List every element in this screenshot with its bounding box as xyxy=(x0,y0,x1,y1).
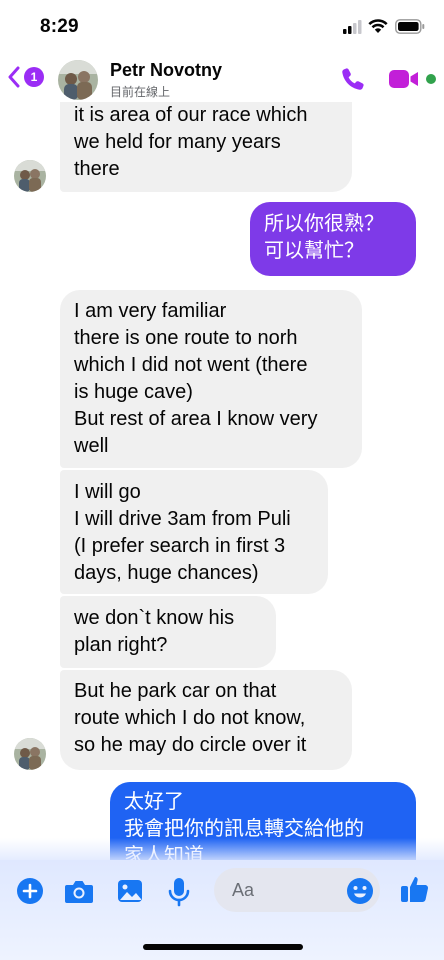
message-bubble-incoming[interactable]: it is area of our race which we held for… xyxy=(60,102,352,192)
composer-fade xyxy=(0,838,444,862)
unread-count-badge: 1 xyxy=(24,67,44,87)
gallery-icon[interactable] xyxy=(116,877,144,905)
cellular-signal-icon xyxy=(343,20,362,34)
avatar-photo xyxy=(14,738,46,770)
message-bubble-incoming[interactable]: I am very familiar there is one route to… xyxy=(60,290,362,468)
avatar-photo xyxy=(58,60,98,100)
contact-name[interactable]: Petr Novotny xyxy=(110,60,222,81)
phone-call-icon[interactable] xyxy=(340,66,366,92)
message-bubble-incoming[interactable]: we don`t know his plan right? xyxy=(60,596,276,668)
emoji-icon[interactable] xyxy=(346,877,374,905)
status-bar: 8:29 xyxy=(0,0,444,56)
camera-icon[interactable] xyxy=(64,877,94,905)
conversation-header: 1 Petr Novotny 目前在線上 xyxy=(0,52,444,102)
microphone-icon[interactable] xyxy=(166,877,192,907)
video-call-icon[interactable] xyxy=(388,68,420,90)
back-button[interactable]: 1 xyxy=(8,62,48,92)
avatar-photo xyxy=(14,160,46,192)
status-time: 8:29 xyxy=(40,16,79,37)
battery-icon xyxy=(395,19,425,34)
message-bubble-incoming[interactable]: But he park car on that route which I do… xyxy=(60,670,352,770)
active-status: 目前在線上 xyxy=(110,85,171,99)
plus-icon[interactable] xyxy=(16,877,44,905)
message-input-placeholder: Aa xyxy=(232,879,255,900)
chevron-left-icon xyxy=(8,66,20,88)
sender-avatar[interactable] xyxy=(14,160,46,192)
sender-avatar[interactable] xyxy=(14,738,46,770)
contact-avatar[interactable] xyxy=(58,60,98,100)
thumbs-up-icon[interactable] xyxy=(400,874,430,904)
message-bubble-incoming[interactable]: I will go I will drive 3am from Puli (I … xyxy=(60,470,328,594)
home-indicator xyxy=(143,944,303,950)
message-list[interactable]: it is area of our race which we held for… xyxy=(0,102,444,860)
message-bubble-outgoing[interactable]: 所以你很熟？ 可以幫忙？ xyxy=(250,202,416,276)
online-status-dot xyxy=(426,74,436,84)
wifi-icon xyxy=(368,19,388,33)
